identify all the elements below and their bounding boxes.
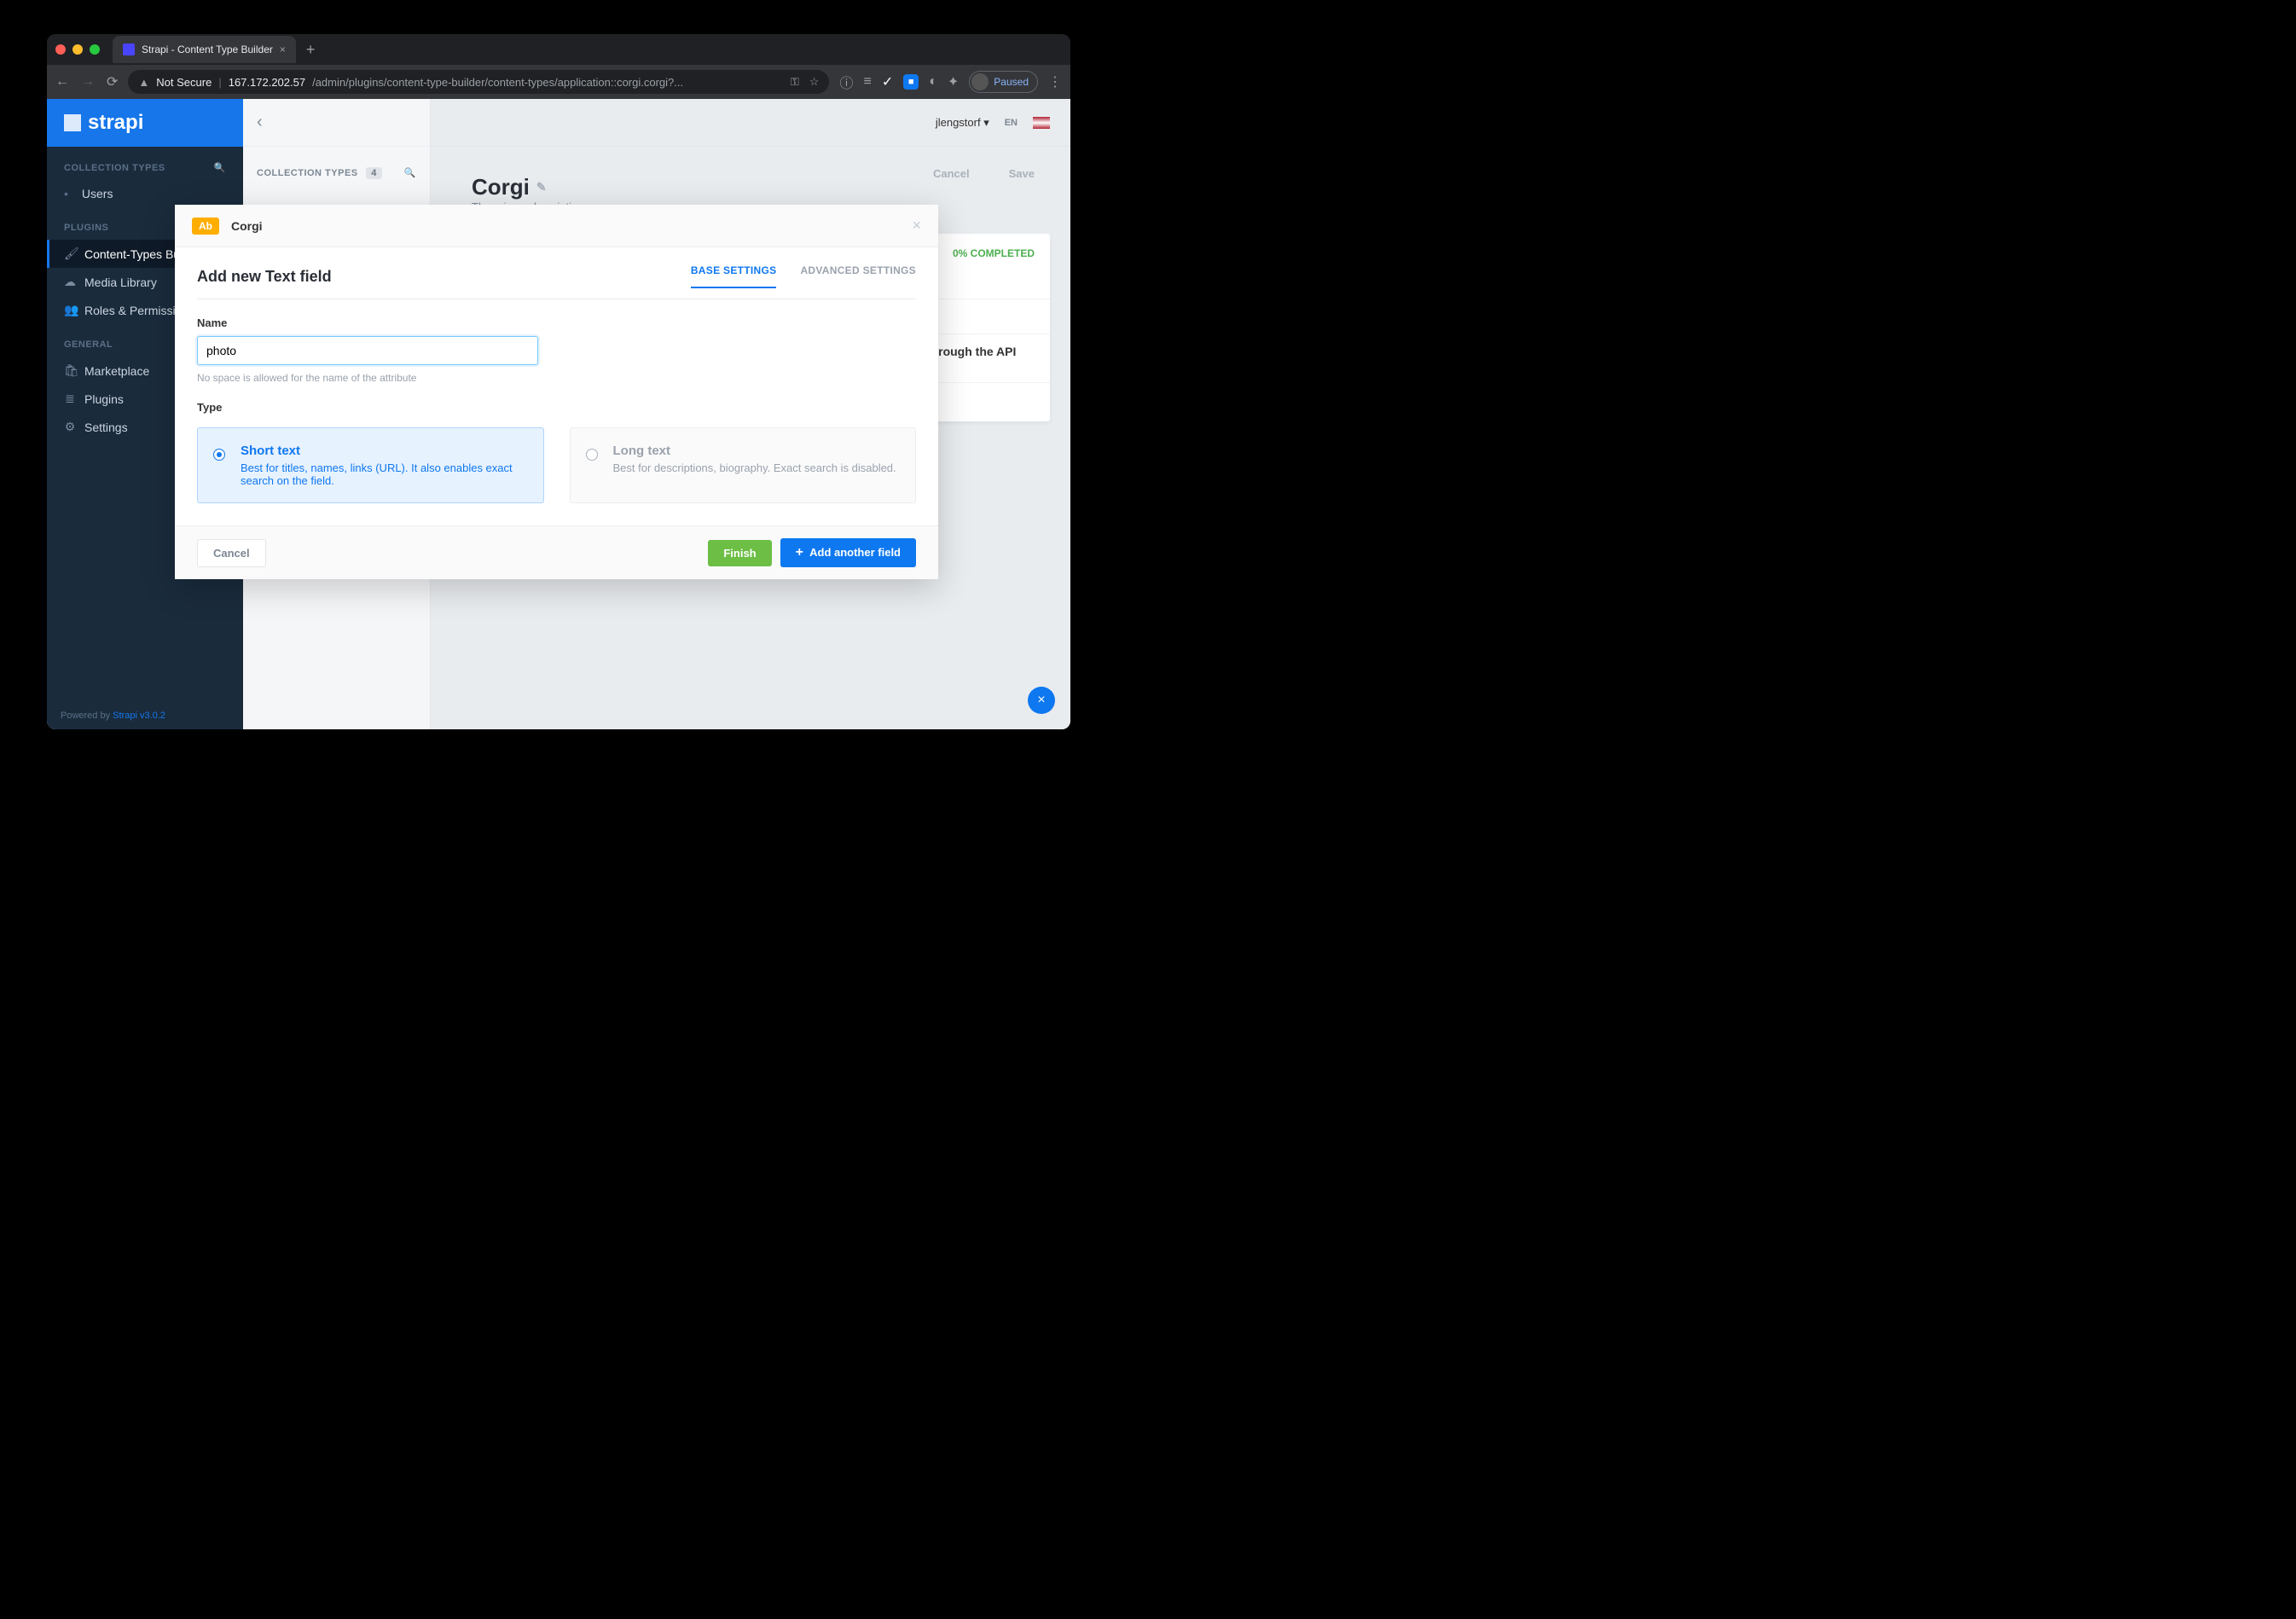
- pencil-icon[interactable]: ✎: [536, 180, 547, 194]
- save-button[interactable]: Save: [994, 160, 1050, 187]
- sidebar-item-label: Plugins: [84, 392, 124, 406]
- secure-label: Not Secure: [156, 76, 212, 89]
- short-title: Short text: [241, 444, 530, 458]
- reload-icon[interactable]: ⟳: [107, 73, 118, 90]
- section-label: PLUGINS: [64, 223, 108, 233]
- modal-title: Add new Text field: [197, 268, 332, 286]
- new-tab-button[interactable]: +: [306, 41, 316, 59]
- finish-button[interactable]: Finish: [708, 540, 771, 566]
- tab-advanced-settings[interactable]: ADVANCED SETTINGS: [800, 264, 916, 288]
- long-title: Long text: [613, 444, 902, 458]
- browser-tab-bar: Strapi - Content Type Builder × +: [47, 34, 1070, 65]
- back-chevron-icon[interactable]: ‹: [257, 113, 263, 132]
- tab-close-icon[interactable]: ×: [280, 44, 286, 55]
- sidebar-footer: Powered by Strapi v3.0.2: [47, 702, 243, 729]
- brush-icon: 🖌: [64, 247, 76, 261]
- sidebar-item-label: Media Library: [84, 276, 157, 289]
- url-field[interactable]: ▲ Not Secure | 167.172.202.57/admin/plug…: [128, 70, 829, 94]
- paused-label: Paused: [994, 76, 1029, 88]
- modal-breadcrumb: Corgi: [231, 219, 263, 233]
- url-path: /admin/plugins/content-type-builder/cont…: [312, 76, 683, 89]
- name-help: No space is allowed for the name of the …: [197, 372, 916, 384]
- star-icon[interactable]: ☆: [809, 75, 820, 89]
- extension-icon[interactable]: ⓘ: [839, 72, 853, 92]
- type-short-text[interactable]: Short text Best for titles, names, links…: [197, 427, 544, 503]
- warning-icon: ▲: [138, 76, 149, 89]
- profile-paused[interactable]: Paused: [969, 71, 1038, 93]
- footer-text: Powered by: [61, 711, 113, 721]
- close-fab[interactable]: ×: [1028, 687, 1055, 714]
- favicon-icon: [123, 44, 135, 55]
- sidebar-item-label: Settings: [84, 421, 128, 434]
- bag-icon: 🛍: [64, 363, 76, 378]
- subpanel-count: 4: [366, 167, 382, 179]
- extensions-puzzle-icon[interactable]: ✦: [948, 73, 959, 90]
- username-label: jlengstorf: [936, 116, 981, 129]
- username-dropdown[interactable]: jlengstorf ▾: [936, 116, 989, 130]
- tab-base-settings[interactable]: BASE SETTINGS: [691, 264, 777, 288]
- logo[interactable]: strapi: [47, 99, 243, 147]
- lang-label: EN: [1005, 118, 1018, 128]
- close-icon[interactable]: ×: [912, 217, 921, 235]
- search-icon[interactable]: 🔍: [214, 162, 226, 173]
- flag-icon[interactable]: [1033, 117, 1050, 129]
- section-label: COLLECTION TYPES: [64, 163, 165, 173]
- name-label: Name: [197, 316, 916, 329]
- button-label: Add another field: [809, 546, 901, 559]
- add-field-modal: Ab Corgi × Add new Text field BASE SETTI…: [175, 205, 938, 579]
- section-collection-types: COLLECTION TYPES 🔍: [47, 147, 243, 180]
- section-label: GENERAL: [64, 339, 113, 350]
- add-another-field-button[interactable]: + Add another field: [780, 538, 916, 567]
- avatar-icon: [971, 73, 989, 90]
- extension-icon[interactable]: ■: [903, 74, 919, 90]
- subpanel-title: COLLECTION TYPES: [257, 168, 358, 178]
- users-icon: 👥: [64, 303, 76, 317]
- logo-text: strapi: [88, 111, 143, 135]
- browser-tab[interactable]: Strapi - Content Type Builder ×: [113, 36, 296, 63]
- tab-title: Strapi - Content Type Builder: [142, 44, 273, 55]
- sidebar-item-label: Users: [82, 187, 113, 200]
- cancel-button[interactable]: Cancel: [918, 160, 985, 187]
- key-icon[interactable]: ⚿: [791, 75, 799, 89]
- cloud-icon: ☁: [64, 275, 76, 289]
- kebab-icon[interactable]: ⋮: [1048, 73, 1062, 90]
- type-long-text[interactable]: Long text Best for descriptions, biograp…: [570, 427, 917, 503]
- sidebar-item-users[interactable]: Users: [47, 180, 243, 207]
- field-type-badge: Ab: [192, 218, 219, 235]
- forward-icon[interactable]: →: [81, 74, 95, 90]
- name-input[interactable]: [197, 336, 538, 365]
- window-maximize[interactable]: [90, 44, 100, 55]
- window-close[interactable]: [55, 44, 66, 55]
- short-desc: Best for titles, names, links (URL). It …: [241, 461, 530, 487]
- radio-icon: [213, 449, 225, 461]
- window-minimize[interactable]: [72, 44, 83, 55]
- browser-address-bar: ← → ⟳ ▲ Not Secure | 167.172.202.57/admi…: [47, 65, 1070, 99]
- extension-icon[interactable]: ≡: [863, 74, 871, 90]
- strapi-version-link[interactable]: Strapi v3.0.2: [113, 711, 165, 721]
- back-icon[interactable]: ←: [55, 74, 69, 90]
- type-label: Type: [197, 401, 916, 414]
- list-icon: ≣: [64, 392, 76, 406]
- url-domain: 167.172.202.57: [229, 76, 305, 89]
- extension-icon[interactable]: ◐: [929, 74, 937, 90]
- long-desc: Best for descriptions, biography. Exact …: [613, 461, 902, 474]
- extension-icon[interactable]: ✓: [882, 73, 893, 90]
- gear-icon: ⚙: [64, 420, 76, 434]
- plus-icon: +: [796, 545, 803, 560]
- page-title: Corgi: [472, 174, 530, 200]
- logo-icon: [64, 114, 81, 131]
- modal-cancel-button[interactable]: Cancel: [197, 539, 266, 567]
- radio-icon: [586, 449, 598, 461]
- search-icon[interactable]: 🔍: [404, 167, 416, 178]
- sidebar-item-label: Marketplace: [84, 364, 149, 378]
